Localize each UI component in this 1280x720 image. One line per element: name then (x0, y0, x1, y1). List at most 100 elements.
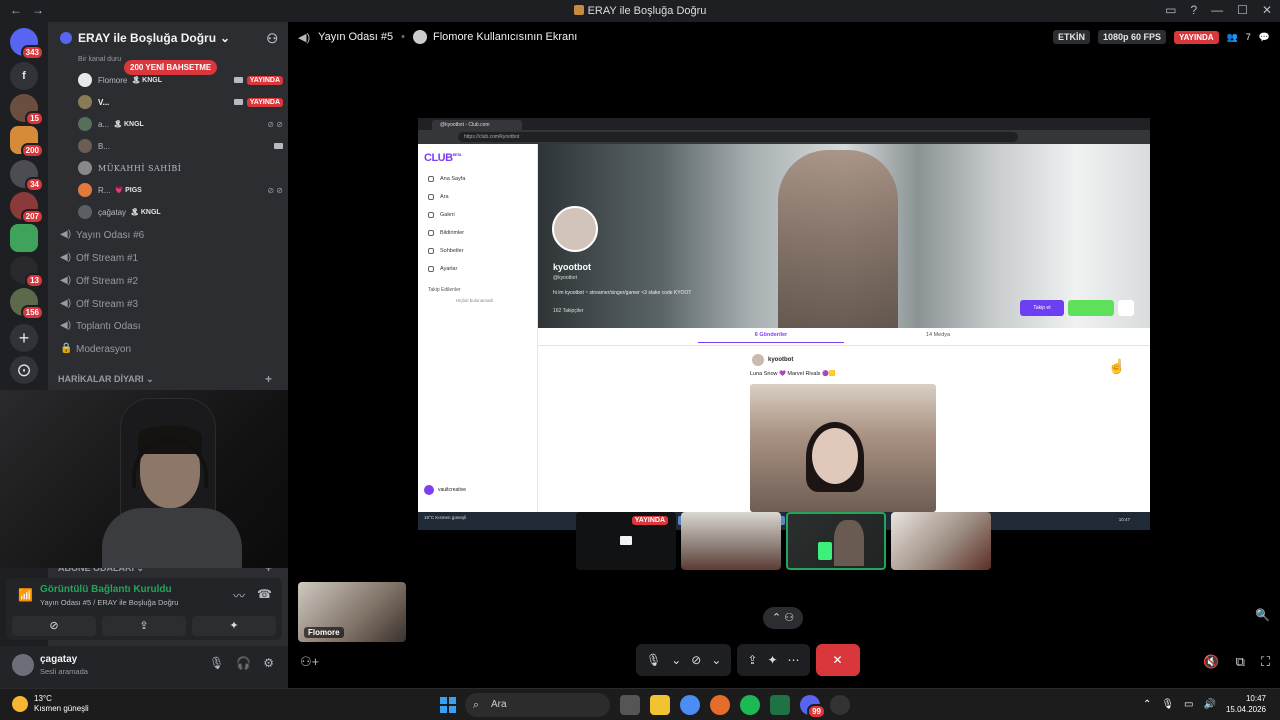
close-button[interactable]: ✕ (1262, 3, 1272, 17)
server-icon-4[interactable]: 207 (10, 192, 44, 224)
activities-button[interactable]: ✦ (192, 616, 276, 636)
app-icon[interactable] (830, 695, 850, 715)
task-view-icon[interactable] (620, 695, 640, 715)
app-icon[interactable] (770, 695, 790, 715)
camera-off-icon[interactable]: ⊘ (691, 653, 701, 667)
noise-suppression-icon[interactable]: 〰 (233, 587, 245, 604)
club-account[interactable]: vaultcreative (424, 482, 532, 498)
server-icon-2[interactable]: 200 (10, 126, 44, 158)
home-button[interactable]: 343 (10, 28, 44, 60)
volume-icon[interactable]: 🔊 (1204, 699, 1216, 710)
weather-widget[interactable]: 13°C Kısmen güneşli (12, 694, 89, 714)
popout-icon[interactable]: ⧉ (1236, 654, 1245, 670)
avatar[interactable] (12, 654, 34, 676)
leave-call-button[interactable]: ✕ (815, 644, 860, 676)
chrome-icon[interactable] (680, 695, 700, 715)
mute-stream-icon[interactable]: 🔇 (1203, 654, 1219, 670)
profile-avatar[interactable] (552, 206, 598, 252)
nav-settings[interactable]: Ayarlar (428, 266, 457, 272)
voice-user[interactable]: MÜKAHHİ SAHİBİ (78, 158, 283, 178)
nav-gallery[interactable]: Galeri (428, 212, 455, 218)
channel-item[interactable]: ◀) Toplantı Odası (60, 315, 280, 337)
voice-user[interactable]: çağatay 🏝 KNGL (78, 202, 283, 222)
shared-screen[interactable]: @kyootbot - Club.com https://club.com/ky… (418, 118, 1150, 530)
nav-chats[interactable]: Sohbetler (428, 248, 464, 254)
server-icon-3[interactable]: 34 (10, 160, 44, 192)
follower-count[interactable]: 162 Takipçiler (553, 308, 583, 314)
help-icon[interactable]: ? (1190, 3, 1197, 17)
add-people-icon[interactable]: ⚇+ (300, 654, 319, 670)
username[interactable]: çagatay (40, 654, 77, 665)
participant-tile[interactable] (681, 512, 781, 570)
viewers-icon[interactable]: 👥 (1227, 32, 1238, 43)
voice-user[interactable]: B... (78, 136, 283, 156)
server-header[interactable]: ERAY ile Boşluğa Doğru ⌄ ⚇ (48, 22, 288, 54)
zoom-icon[interactable]: 🔍 (1255, 608, 1270, 622)
settings-gear-icon[interactable]: ⚙ (263, 656, 274, 670)
chevron-up-icon[interactable]: ⌃ (1143, 699, 1151, 710)
server-icon-5[interactable] (10, 224, 38, 252)
participant-tile[interactable] (891, 512, 991, 570)
club-logo[interactable]: CLUBBETA (424, 152, 462, 164)
voice-user[interactable]: V... YAYINDA (78, 92, 283, 112)
voice-user[interactable]: Flomore 🏝 KNGL YAYINDA (78, 70, 283, 90)
channel-item[interactable]: ◀) Off Stream #1 (60, 247, 280, 269)
voice-status[interactable]: Görüntülü Bağlantı Kuruldu (40, 584, 172, 595)
fullscreen-icon[interactable]: ⛶ (1261, 654, 1270, 670)
network-icon[interactable]: ▭ (1184, 699, 1193, 710)
participant-tile-screen[interactable]: YAYINDA (576, 512, 676, 570)
message-button[interactable] (1118, 300, 1134, 316)
chevron-down-icon[interactable]: ⌄ (711, 653, 721, 667)
quality-badge[interactable]: 1080p 60 FPS (1097, 30, 1166, 44)
microphone-icon[interactable]: 🎙 (209, 656, 224, 670)
voice-location[interactable]: Yayın Odası #5 / ERAY ile Boşluğa Doğru (40, 598, 178, 607)
explore-icon[interactable]: ⊙ (10, 356, 38, 384)
category-header[interactable]: HARİKALAR DİYARI ⌄ + (58, 372, 272, 386)
nav-search[interactable]: Ara (428, 194, 449, 200)
clock[interactable]: 10:47 15.04.2026 (1226, 693, 1266, 715)
signal-icon[interactable]: 📶 (18, 588, 33, 602)
microphone-icon[interactable]: 🎙 (1161, 699, 1174, 710)
address-bar[interactable]: https://club.com/kyootbot (458, 132, 1018, 142)
screen-share-button[interactable]: ⇪ (102, 616, 186, 636)
chat-icon[interactable]: 💬 (1259, 32, 1270, 43)
channel-item[interactable]: ◀) Yayın Odası #6 (60, 224, 280, 246)
headphones-icon[interactable]: 🎧 (236, 656, 251, 670)
microphone-icon[interactable]: 🎙 (646, 653, 661, 667)
disconnect-icon[interactable]: ☎ (257, 587, 272, 604)
browser-tab[interactable]: @kyootbot - Club.com (432, 120, 522, 130)
tab-posts[interactable]: 6 Gönderiler (698, 332, 844, 343)
server-icon-f[interactable]: f (10, 62, 38, 90)
server-folder[interactable]: 156 (10, 288, 44, 320)
toggle-participants-button[interactable]: ⌃ ⚇ (763, 607, 803, 629)
participant-tile-active[interactable] (786, 512, 886, 570)
follow-button[interactable]: Takip et (1020, 300, 1064, 316)
taskbar-search[interactable]: ⌕ Ara (465, 693, 610, 717)
channel-item[interactable]: ◀) Off Stream #3 (60, 293, 280, 315)
invite-icon[interactable]: ⚇ (266, 31, 278, 47)
add-server-icon[interactable]: + (10, 324, 38, 352)
spotify-icon[interactable] (740, 695, 760, 715)
followed-label[interactable]: Takip Edilenler (428, 287, 461, 293)
screen-share-icon[interactable]: ⇪ (747, 653, 757, 667)
camera-toggle-button[interactable]: ⊘ (12, 616, 96, 636)
subscribe-button[interactable] (1068, 300, 1114, 316)
activities-icon[interactable]: ✦ (767, 653, 777, 667)
voice-user[interactable]: a... 🏝 KNGL ⊘ ⊘ (78, 114, 283, 134)
chevron-down-icon[interactable]: ⌄ (671, 653, 681, 667)
windows-start-icon[interactable] (440, 697, 456, 713)
nav-notifications[interactable]: Bildirimler (428, 230, 464, 236)
discord-icon[interactable]: 99 (800, 695, 826, 719)
more-icon[interactable]: ⋯ (788, 653, 800, 667)
nav-home[interactable]: Ana Sayfa (428, 176, 465, 182)
flomore-camera-tile[interactable]: Flomore (298, 582, 406, 642)
server-icon-1[interactable]: 15 (10, 94, 44, 126)
post-image[interactable] (750, 384, 936, 512)
minimize-button[interactable]: — (1211, 3, 1223, 17)
file-explorer-icon[interactable] (650, 695, 670, 715)
inbox-icon[interactable]: ▭ (1165, 3, 1176, 17)
add-channel-icon[interactable]: + (265, 372, 272, 386)
server-icon-6[interactable]: 13 (10, 256, 44, 288)
channel-item[interactable]: 🔒 Moderasyon (60, 338, 280, 360)
channel-item[interactable]: ◀) Off Stream #2 (60, 270, 280, 292)
